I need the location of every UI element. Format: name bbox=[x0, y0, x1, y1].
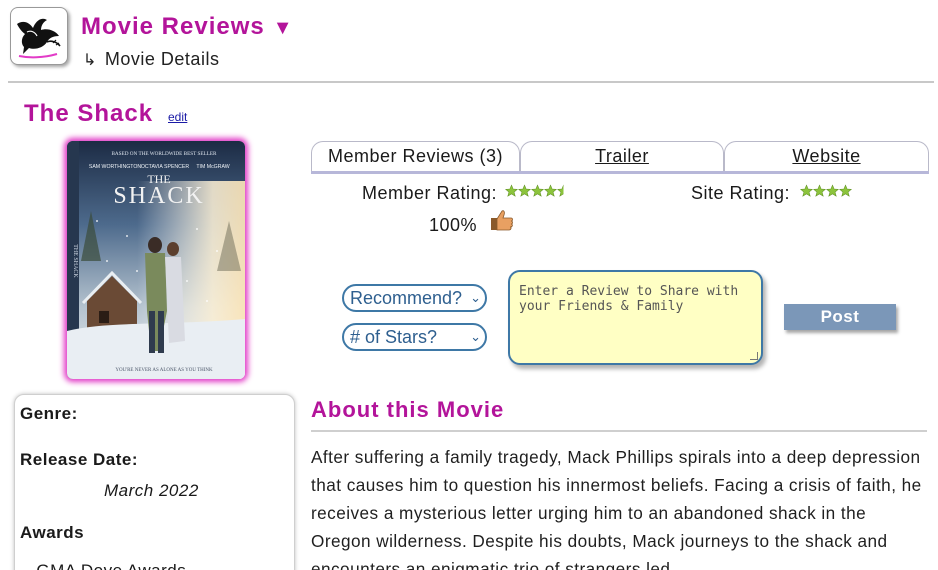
breadcrumb-label: Movie Details bbox=[104, 49, 220, 69]
review-textarea-box bbox=[508, 270, 763, 365]
recommend-select-value: Recommend? bbox=[350, 288, 463, 308]
chevron-down-icon: ▼ bbox=[272, 17, 294, 39]
about-title: About this Movie bbox=[311, 397, 505, 422]
star-icon bbox=[826, 184, 839, 197]
award-item: · GMA Dove Awards bbox=[25, 561, 186, 570]
review-textarea[interactable] bbox=[510, 272, 761, 363]
member-rating-stars bbox=[505, 184, 570, 198]
about-description: After suffering a family tragedy, Mack P… bbox=[311, 447, 922, 570]
movie-info-panel: Genre: Release Date: March 2022 Awards ·… bbox=[14, 394, 295, 570]
tab-website[interactable]: Website bbox=[724, 141, 929, 172]
tab-member-reviews[interactable]: Member Reviews (3) bbox=[311, 141, 520, 172]
return-arrow-icon: ↳ bbox=[83, 51, 97, 69]
star-icon bbox=[800, 184, 813, 197]
release-date-label: Release Date: bbox=[20, 450, 139, 469]
star-icon bbox=[544, 184, 557, 197]
thumbs-up-icon bbox=[491, 210, 513, 231]
chevron-down-icon: ⌄ bbox=[470, 329, 481, 344]
detail-tabs: Member Reviews (3) Trailer Website bbox=[311, 141, 929, 172]
member-rating-label: Member Rating: bbox=[362, 183, 498, 203]
stars-select[interactable]: # of Stars? ⌄ bbox=[342, 323, 487, 351]
app-title-text: Movie Reviews bbox=[81, 13, 265, 40]
app-logo[interactable] bbox=[10, 7, 68, 65]
genre-label: Genre: bbox=[20, 404, 78, 423]
star-icon bbox=[813, 184, 826, 197]
poster-cast-2: OCTAVIA SPENCER bbox=[141, 164, 189, 170]
recommend-percent: 100% bbox=[429, 215, 478, 235]
awards-label: Awards bbox=[20, 523, 85, 542]
poster-cast-1: SAM WORTHINGTON bbox=[89, 164, 142, 170]
movie-poster: THE SHACK BASED ON THE WORLDWIDE BEST SE… bbox=[67, 141, 245, 379]
chevron-down-icon: ⌄ bbox=[470, 290, 481, 305]
star-icon bbox=[505, 184, 518, 197]
poster-title-main: SHACK bbox=[113, 183, 204, 209]
star-icon bbox=[557, 184, 564, 197]
header-divider bbox=[8, 81, 934, 83]
breadcrumb: ↳ Movie Details bbox=[83, 49, 219, 70]
stars-select-value: # of Stars? bbox=[350, 327, 438, 347]
award-item-text: GMA Dove Awards bbox=[36, 561, 186, 570]
star-icon bbox=[839, 184, 852, 197]
app-title-menu[interactable]: Movie Reviews ▼ bbox=[81, 13, 294, 41]
dove-icon bbox=[17, 18, 61, 59]
poster-tagline: YOU'RE NEVER AS ALONE AS YOU THINK bbox=[115, 368, 213, 373]
tabs-underline bbox=[311, 171, 929, 174]
tab-trailer[interactable]: Trailer bbox=[520, 141, 724, 172]
about-divider bbox=[311, 430, 927, 432]
site-rating-stars bbox=[800, 184, 852, 198]
post-button[interactable]: Post bbox=[784, 304, 896, 330]
release-date-value: March 2022 bbox=[104, 481, 199, 500]
poster-tagline-top: BASED ON THE WORLDWIDE BEST SELLER bbox=[111, 151, 217, 157]
star-icon bbox=[531, 184, 544, 197]
poster-cast-3: TIM McGRAW bbox=[196, 164, 229, 170]
movie-title: The Shack bbox=[24, 100, 154, 127]
site-rating-label: Site Rating: bbox=[691, 183, 791, 203]
edit-link[interactable]: edit bbox=[168, 110, 187, 124]
star-icon bbox=[518, 184, 531, 197]
recommend-select[interactable]: Recommend? ⌄ bbox=[342, 284, 487, 312]
resize-handle-icon[interactable] bbox=[750, 352, 758, 360]
poster-spine-text: THE SHACK bbox=[72, 244, 78, 278]
